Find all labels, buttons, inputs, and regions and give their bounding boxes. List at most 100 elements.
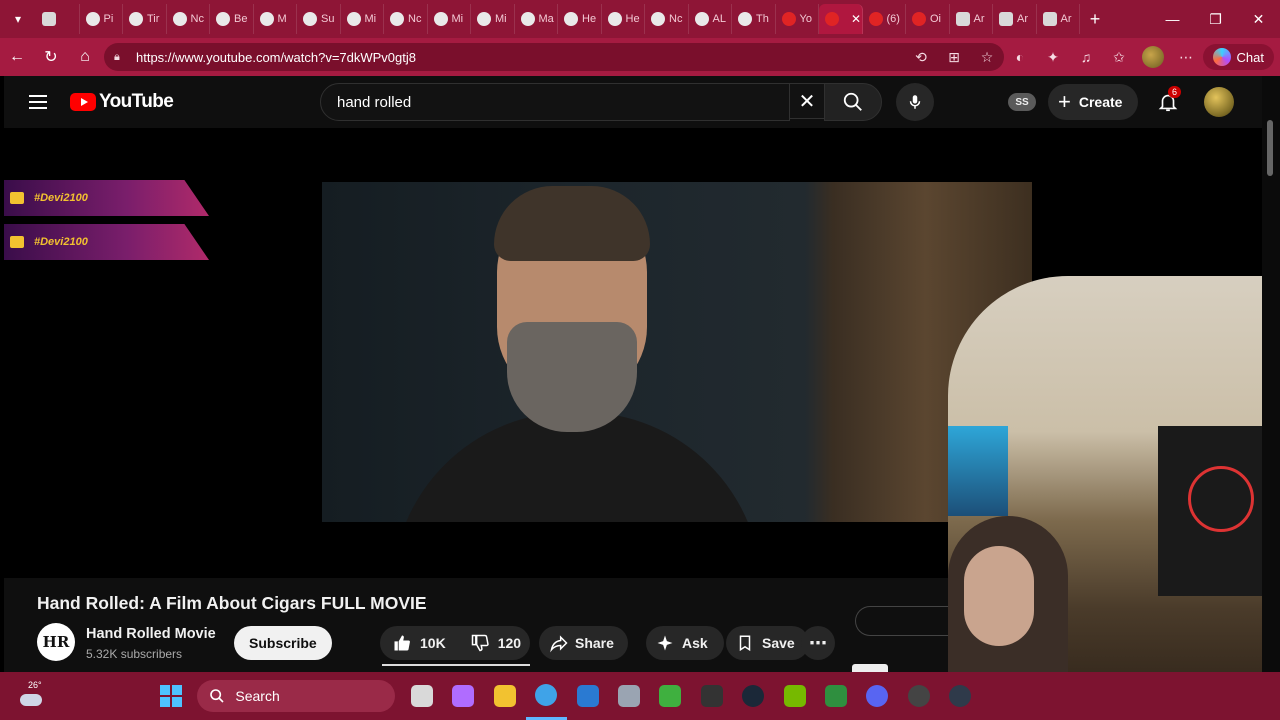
search-button[interactable] bbox=[824, 83, 882, 121]
back-button[interactable]: ← bbox=[0, 38, 34, 76]
taskbar-app[interactable] bbox=[733, 672, 774, 720]
tab-title: Ar bbox=[1060, 13, 1072, 25]
browser-tab[interactable]: Pi bbox=[80, 4, 123, 34]
bookmark-icon bbox=[739, 635, 751, 652]
close-tab-icon[interactable]: ✕ bbox=[851, 12, 861, 26]
taskbar-app[interactable] bbox=[815, 672, 856, 720]
browser-tab[interactable]: Nc bbox=[384, 4, 428, 34]
browser-tab[interactable]: Su bbox=[297, 4, 341, 34]
tab-title: Ar bbox=[1017, 13, 1028, 25]
browser-profile-avatar[interactable] bbox=[1141, 46, 1164, 68]
taskbar-app[interactable] bbox=[401, 672, 442, 720]
browser-tab[interactable]: (6) bbox=[863, 4, 906, 34]
taskbar-app[interactable] bbox=[939, 672, 980, 720]
face-icon bbox=[477, 12, 491, 26]
browser-tab[interactable]: Mi bbox=[471, 4, 515, 34]
search-bar: hand rolled ✕ bbox=[320, 83, 882, 121]
translate-icon[interactable]: ⟲ bbox=[905, 38, 938, 76]
close-window-button[interactable]: ✕ bbox=[1237, 0, 1280, 38]
browser-tab[interactable] bbox=[36, 4, 80, 34]
taskbar-app[interactable] bbox=[484, 672, 525, 720]
taskbar-app[interactable] bbox=[774, 672, 815, 720]
subscribe-button[interactable]: Subscribe bbox=[234, 626, 332, 660]
subscriber-count: 5.32K subscribers bbox=[86, 647, 183, 661]
voice-search-button[interactable] bbox=[896, 83, 934, 121]
browser-tab[interactable]: Ar bbox=[1037, 4, 1080, 34]
browser-tab[interactable]: Nc bbox=[167, 4, 210, 34]
ss-badge[interactable]: SS bbox=[1008, 93, 1036, 111]
youtube-logo-text: YouTube bbox=[99, 91, 174, 112]
folder-icon bbox=[493, 685, 516, 707]
youtube-logo[interactable]: YouTube bbox=[70, 91, 174, 113]
page-scrollbar[interactable] bbox=[1262, 76, 1280, 672]
xbox-icon bbox=[659, 685, 682, 707]
extensions-puzzle-icon[interactable]: ✦ bbox=[1037, 38, 1070, 76]
tab-title: Oi bbox=[930, 13, 941, 25]
ask-button[interactable]: Ask bbox=[646, 626, 724, 660]
browser-tab[interactable]: M bbox=[254, 4, 297, 34]
youtube-play-icon bbox=[70, 93, 96, 111]
browser-tab[interactable]: Be bbox=[210, 4, 254, 34]
start-button[interactable] bbox=[150, 672, 191, 720]
browser-tab[interactable]: Mi bbox=[341, 4, 384, 34]
browser-tab[interactable]: Nc bbox=[645, 4, 689, 34]
clear-search-icon[interactable]: ✕ bbox=[790, 83, 824, 119]
favorite-star-icon[interactable]: ☆ bbox=[971, 38, 1004, 76]
tab-title: Su bbox=[321, 13, 335, 25]
browser-tab[interactable]: Ar bbox=[993, 4, 1037, 34]
browser-tab[interactable]: Yo bbox=[776, 4, 819, 34]
share-button[interactable]: Share bbox=[539, 626, 628, 660]
favorites-icon[interactable]: ✩ bbox=[1103, 38, 1136, 76]
taskbar-app[interactable] bbox=[898, 672, 939, 720]
cloud-icon bbox=[20, 694, 42, 706]
create-button[interactable]: + Create bbox=[1048, 84, 1139, 120]
browser-tab[interactable]: Ar bbox=[950, 4, 993, 34]
taskbar-app[interactable] bbox=[608, 672, 649, 720]
browser-tab[interactable]: ✕ bbox=[819, 4, 863, 34]
extension-icon[interactable]: ◐ bbox=[1004, 38, 1037, 76]
tab-actions-menu[interactable]: ▾ bbox=[0, 0, 36, 38]
more-actions-button[interactable]: ⋯ bbox=[801, 626, 835, 660]
new-tab-button[interactable]: + bbox=[1080, 9, 1110, 30]
account-avatar[interactable] bbox=[1204, 87, 1234, 117]
dislike-button[interactable]: 120 bbox=[458, 626, 533, 660]
sidebar-chip[interactable] bbox=[855, 606, 955, 636]
face-icon bbox=[433, 12, 448, 26]
taskbar-app[interactable] bbox=[443, 672, 484, 720]
home-button[interactable]: ⌂ bbox=[68, 38, 102, 76]
taskbar-search[interactable]: Search bbox=[197, 680, 396, 712]
channel-name[interactable]: Hand Rolled Movie bbox=[86, 626, 216, 642]
site-info-icon[interactable]: 🔒︎ bbox=[114, 51, 130, 64]
browser-tab[interactable]: Ma bbox=[515, 4, 558, 34]
media-icon[interactable]: ♫ bbox=[1070, 38, 1103, 76]
browser-tab[interactable]: He bbox=[602, 4, 645, 34]
leaf-icon bbox=[259, 12, 274, 26]
taskbar-app[interactable] bbox=[691, 672, 732, 720]
channel-avatar[interactable]: HR bbox=[37, 623, 75, 661]
url-field[interactable]: 🔒︎ https://www.youtube.com/watch?v=7dkWP… bbox=[104, 43, 1004, 71]
browser-tab[interactable]: He bbox=[558, 4, 602, 34]
notifications-button[interactable]: 6 bbox=[1154, 86, 1182, 116]
copilot-chat-button[interactable]: Chat bbox=[1202, 44, 1274, 70]
browser-tab[interactable]: AL bbox=[689, 4, 732, 34]
save-button[interactable]: Save bbox=[726, 626, 809, 660]
taskbar-app[interactable] bbox=[525, 672, 567, 720]
taskbar-app[interactable] bbox=[857, 672, 898, 720]
app-available-icon[interactable]: ⊞ bbox=[938, 38, 971, 76]
taskbar-app[interactable] bbox=[567, 672, 608, 720]
more-options-icon[interactable]: ⋯ bbox=[1170, 38, 1203, 76]
scrollbar-thumb[interactable] bbox=[1267, 120, 1273, 176]
minimize-button[interactable]: — bbox=[1151, 0, 1194, 38]
refresh-button[interactable]: ↻ bbox=[34, 38, 68, 76]
like-button[interactable]: 10K bbox=[380, 626, 458, 660]
taskbar-app[interactable] bbox=[650, 672, 691, 720]
guide-menu-icon[interactable] bbox=[18, 82, 58, 122]
weather-widget[interactable]: 26° bbox=[18, 680, 50, 710]
browser-tab[interactable]: Th bbox=[732, 4, 776, 34]
browser-tab[interactable]: Oi bbox=[906, 4, 950, 34]
browser-tab[interactable]: Tir bbox=[123, 4, 167, 34]
tab-title: Nc bbox=[408, 13, 422, 25]
search-input[interactable]: hand rolled bbox=[320, 83, 790, 121]
browser-tab[interactable]: Mi bbox=[428, 4, 471, 34]
maximize-button[interactable]: ❐ bbox=[1194, 0, 1237, 38]
